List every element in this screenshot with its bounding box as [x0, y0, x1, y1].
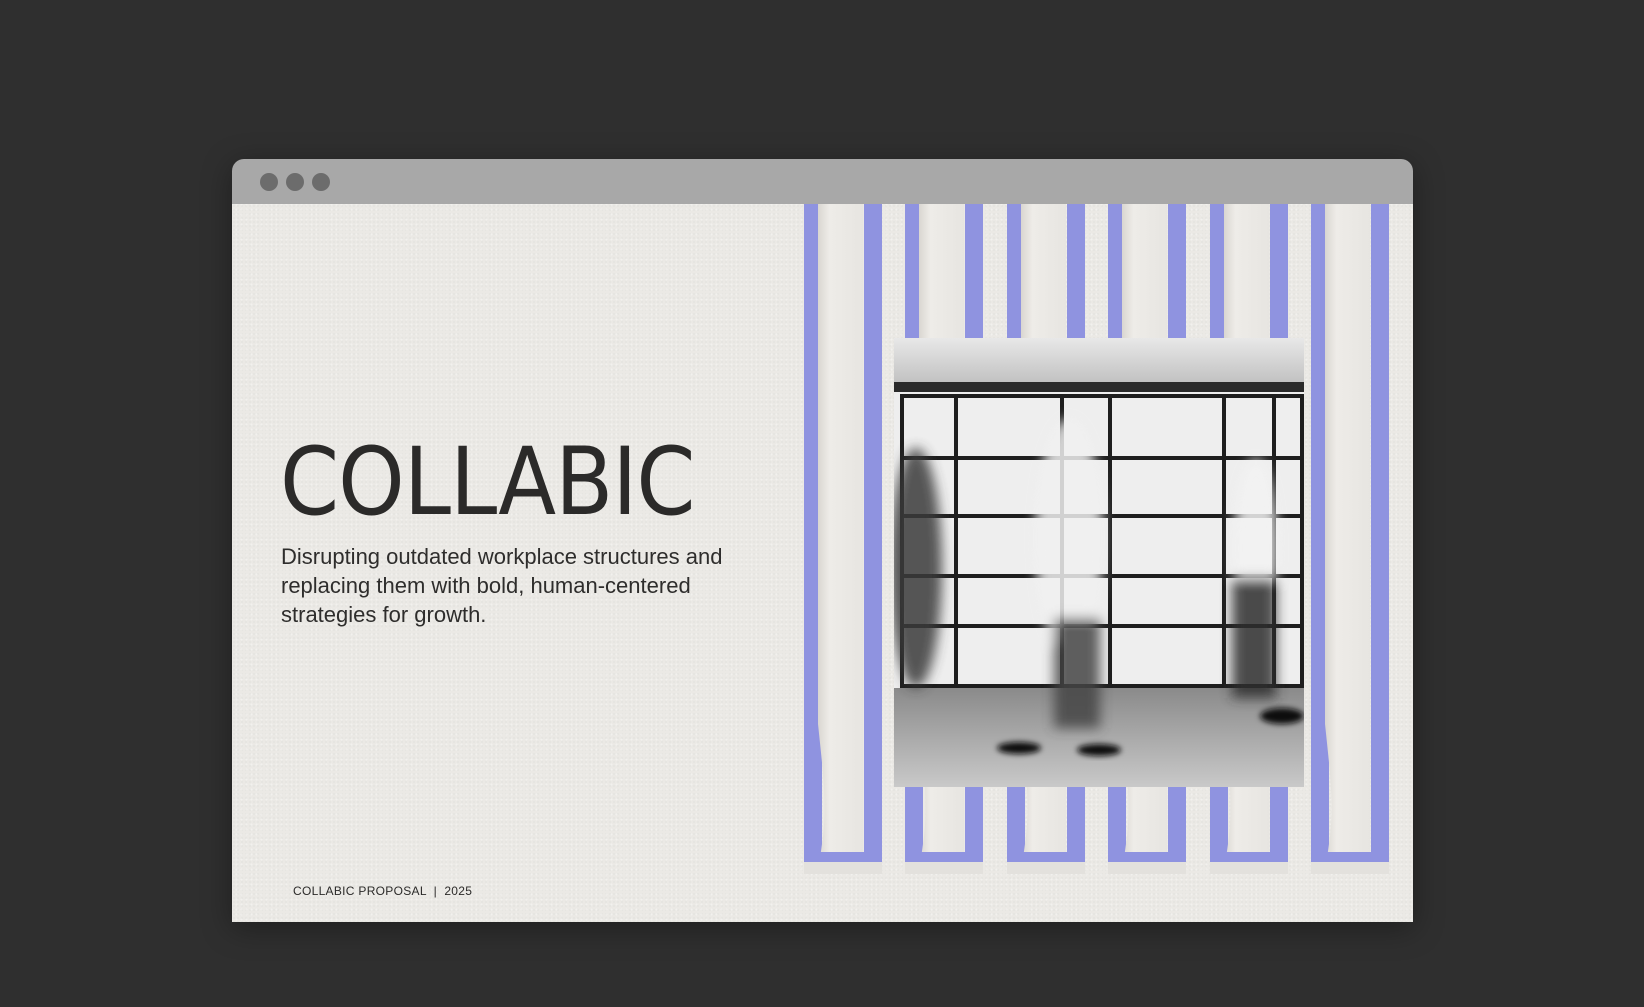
stripe-base-shadow: [804, 862, 882, 874]
stripe-base-shadow: [1311, 862, 1389, 874]
window-minimize-dot[interactable]: [286, 173, 304, 191]
stripe-accent: [1371, 204, 1389, 852]
stripe-base-shadow: [1108, 862, 1186, 874]
window-titlebar: [232, 159, 1413, 204]
stripe-paper: [1325, 204, 1370, 872]
stripe-base-shadow: [905, 862, 983, 874]
office-photo-image: [894, 338, 1304, 787]
stripe-unit: [1311, 204, 1389, 874]
stripe-base-shadow: [1007, 862, 1085, 874]
stripe-base-shadow: [1210, 862, 1288, 874]
office-photo: [894, 338, 1304, 787]
window-close-dot[interactable]: [260, 173, 278, 191]
brand-title: COLLABIC: [280, 428, 696, 537]
stripe-unit: [804, 204, 882, 874]
footer-caption: COLLABIC PROPOSAL | 2025: [293, 884, 473, 898]
stripe-paper: [818, 204, 863, 872]
window-maximize-dot[interactable]: [312, 173, 330, 191]
stripe-accent: [864, 204, 882, 852]
tagline: Disrupting outdated workplace structures…: [281, 544, 723, 627]
slide-canvas: COLLABIC Disrupting outdated workplace s…: [232, 204, 1413, 922]
browser-window: COLLABIC Disrupting outdated workplace s…: [232, 159, 1413, 922]
